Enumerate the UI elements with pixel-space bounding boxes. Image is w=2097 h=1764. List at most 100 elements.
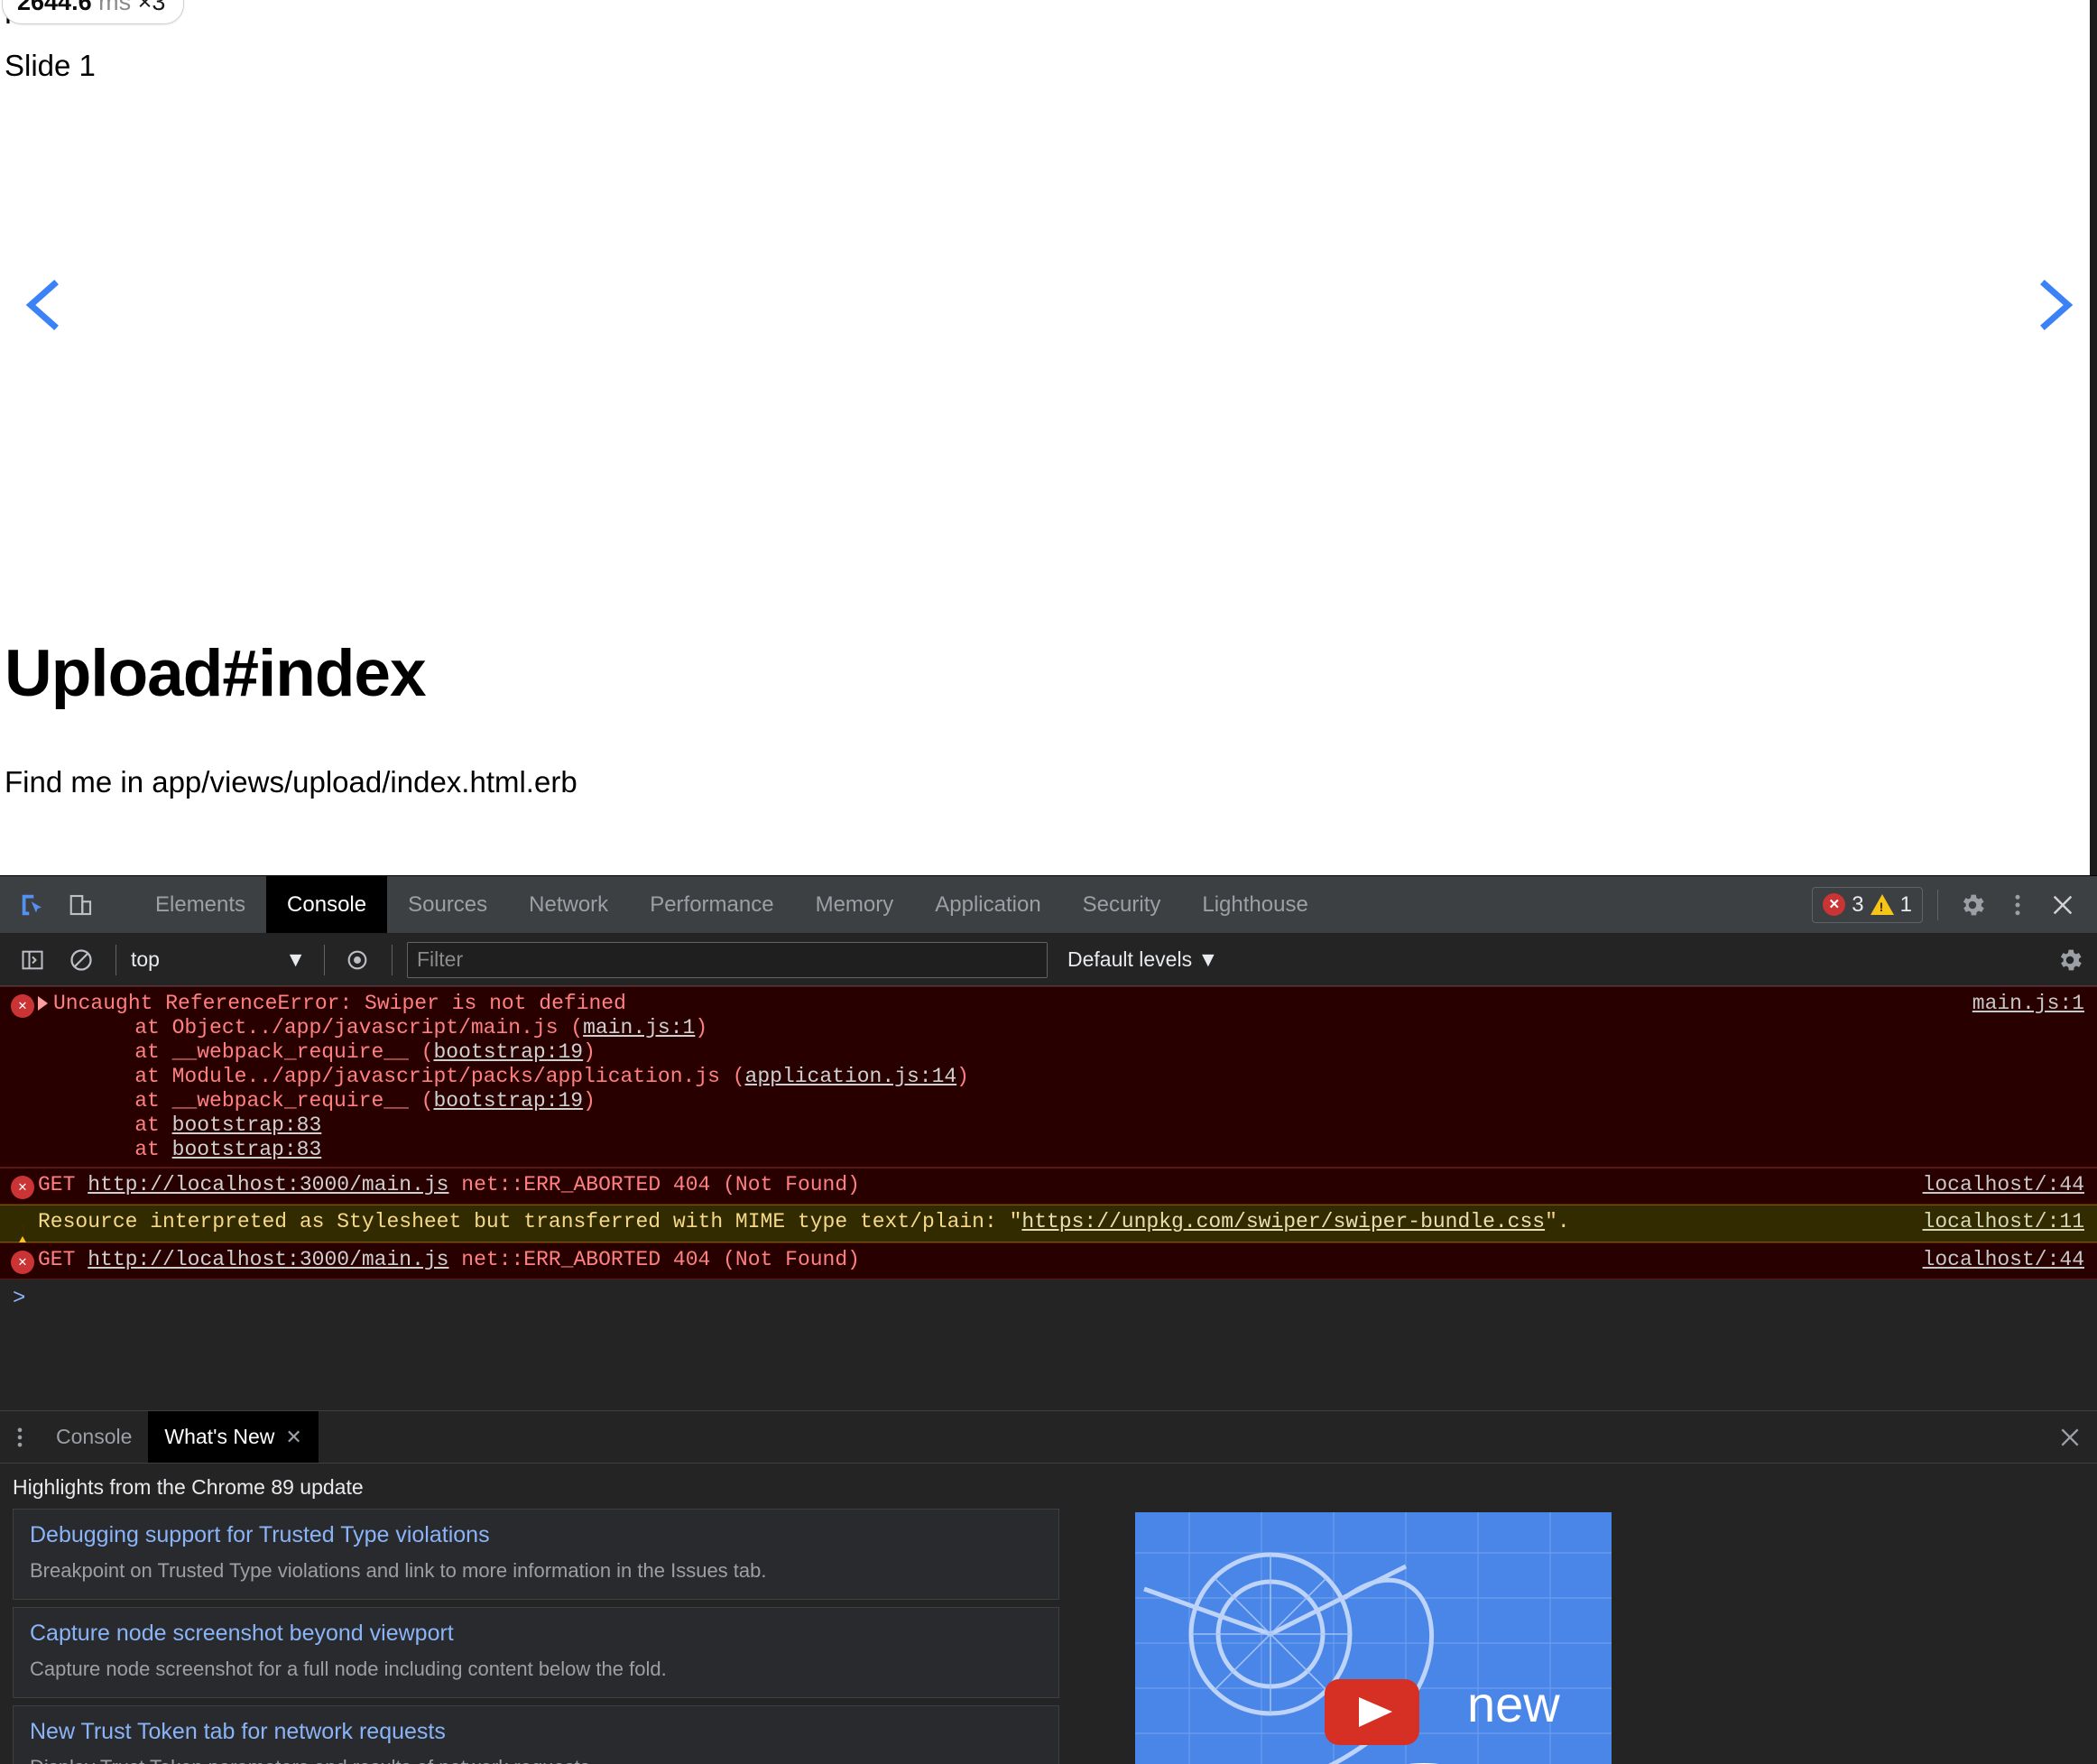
devtools-tabs: Elements Console Sources Network Perform… [134, 876, 1329, 933]
whats-new-heading: Highlights from the Chrome 89 update [13, 1475, 364, 1499]
drawer-close-button[interactable] [2043, 1411, 2097, 1463]
console-message-text: GET http://localhost:3000/main.js net::E… [38, 1248, 860, 1271]
execution-context-select[interactable]: top ▼ [131, 947, 311, 972]
close-icon [2050, 892, 2075, 918]
tab-memory[interactable]: Memory [795, 876, 915, 933]
eye-icon [345, 947, 370, 973]
card-title-link[interactable]: Capture node screenshot beyond viewport [30, 1621, 1042, 1647]
tab-console[interactable]: Console [266, 876, 388, 933]
toolbar-divider [392, 944, 393, 975]
prompt-chevron-icon: > [13, 1287, 26, 1311]
console-toolbar: top ▼ Default levels ▼ [0, 934, 2097, 986]
whats-new-card[interactable]: Debugging support for Trusted Type viola… [13, 1509, 1059, 1600]
close-icon [2058, 1426, 2082, 1449]
tab-label: Sources [408, 891, 488, 917]
tab-label: Memory [815, 891, 894, 917]
timer-multiplier: ×3 [137, 0, 166, 15]
console-message-source[interactable]: localhost/:44 [1905, 1173, 2084, 1197]
kebab-menu-icon [10, 1425, 30, 1450]
console-message-source[interactable]: localhost/:11 [1905, 1210, 2084, 1234]
issues-badge[interactable]: ✕ 3 1 [1812, 886, 1923, 923]
stack-link[interactable]: main.js:1 [583, 1016, 695, 1039]
tab-security[interactable]: Security [1062, 876, 1182, 933]
device-toolbar-button[interactable] [61, 885, 101, 925]
tab-lighthouse[interactable]: Lighthouse [1181, 876, 1328, 933]
whats-new-card[interactable]: Capture node screenshot beyond viewport … [13, 1607, 1059, 1698]
toolbar-divider [115, 944, 116, 975]
drawer-tab-label: What's New [164, 1425, 275, 1448]
request-url-link[interactable]: http://localhost:3000/main.js [88, 1173, 448, 1196]
error-icon: ✕ [11, 992, 38, 1018]
devtools-close-button[interactable] [2043, 885, 2083, 925]
page-subtext: Find me in app/views/upload/index.html.e… [5, 765, 577, 799]
stack-link[interactable]: application.js:14 [745, 1065, 957, 1088]
console-message-warning[interactable]: Resource interpreted as Stylesheet but t… [0, 1205, 2097, 1257]
chevron-left-icon [11, 273, 74, 337]
drawer-tab-whats-new[interactable]: What's New ✕ [148, 1411, 319, 1463]
whats-new-content: Debugging support for Trusted Type viola… [0, 1509, 2097, 1764]
console-message-text: Resource interpreted as Stylesheet but t… [38, 1210, 1570, 1233]
slide-label: Slide 1 [5, 49, 96, 82]
console-settings-button[interactable] [2055, 946, 2084, 974]
card-description: Display Trust Token parameters and resul… [30, 1756, 1042, 1764]
expand-triangle-icon[interactable] [38, 995, 48, 1011]
console-message-error[interactable]: ✕ Uncaught ReferenceError: Swiper is not… [0, 986, 2097, 1168]
whats-new-video-thumbnail[interactable]: new [1135, 1512, 1612, 1764]
tab-application[interactable]: Application [914, 876, 1061, 933]
card-title-link[interactable]: New Trust Token tab for network requests [30, 1719, 1042, 1745]
devtools-tool-icons [0, 876, 134, 933]
error-title: Uncaught ReferenceError: Swiper is not d… [53, 992, 626, 1015]
chevron-down-icon: ▼ [285, 947, 306, 971]
stack-link[interactable]: bootstrap:83 [172, 1113, 322, 1137]
console-filter-input[interactable] [407, 941, 1048, 978]
inspect-element-button[interactable] [13, 885, 52, 925]
console-timer-badge: 2644.6 ms ×3 [2, 0, 185, 24]
tab-label: Security [1082, 891, 1161, 917]
tab-label: Application [935, 891, 1041, 917]
tab-label: Console [287, 891, 367, 917]
tab-performance[interactable]: Performance [629, 876, 794, 933]
swiper-button-next[interactable] [2025, 273, 2088, 337]
log-levels-select[interactable]: Default levels ▼ [1057, 947, 1218, 972]
page-scrollbar[interactable] [2090, 0, 2097, 875]
tab-sources[interactable]: Sources [387, 876, 508, 933]
whats-new-card[interactable]: New Trust Token tab for network requests… [13, 1705, 1059, 1764]
kebab-menu-icon [2006, 891, 2029, 919]
timer-unit: ms [98, 0, 132, 15]
actions-divider [1937, 889, 1938, 920]
stack-link[interactable]: bootstrap:83 [172, 1138, 322, 1161]
request-url-link[interactable]: http://localhost:3000/main.js [88, 1248, 448, 1271]
card-title-link[interactable]: Debugging support for Trusted Type viola… [30, 1522, 1042, 1548]
error-icon: ✕ [11, 1248, 38, 1274]
stylesheet-url-link[interactable]: https://unpkg.com/swiper/swiper-bundle.c… [1021, 1210, 1545, 1233]
tab-elements[interactable]: Elements [134, 876, 266, 933]
close-icon[interactable]: ✕ [285, 1427, 301, 1447]
drawer-more-button[interactable] [0, 1411, 40, 1463]
devtools-more-button[interactable] [1998, 885, 2037, 925]
console-message-error[interactable]: ✕ GET http://localhost:3000/main.js net:… [0, 1242, 2097, 1279]
console-message-source[interactable]: main.js:1 [1954, 992, 2084, 1016]
timer-value: 2644.6 [17, 0, 92, 15]
live-expression-button[interactable] [337, 940, 377, 980]
drawer-tab-console[interactable]: Console [40, 1411, 148, 1463]
console-prompt[interactable]: > [0, 1279, 2097, 1318]
clear-console-button[interactable] [61, 940, 101, 980]
error-count: 3 [1852, 891, 1864, 917]
console-message-source[interactable]: localhost/:44 [1905, 1248, 2084, 1272]
chevron-down-icon: ▼ [1197, 947, 1219, 971]
devtools-tabbar-actions: ✕ 3 1 [1812, 876, 2097, 933]
console-sidebar-toggle[interactable] [13, 940, 52, 980]
gear-icon [1958, 891, 1987, 919]
gear-icon [2055, 946, 2084, 974]
swiper-button-prev[interactable] [11, 273, 74, 337]
tab-label: Lighthouse [1202, 891, 1308, 917]
stack-link[interactable]: bootstrap:19 [433, 1089, 583, 1113]
stack-frame: at Object../app/javascript/main.js (main… [85, 1016, 708, 1039]
stack-link[interactable]: bootstrap:19 [433, 1040, 583, 1064]
tab-network[interactable]: Network [508, 876, 629, 933]
execution-context-value: top [131, 947, 160, 971]
stack-frame: at __webpack_require__ (bootstrap:19) [85, 1089, 596, 1113]
devtools-settings-button[interactable] [1953, 885, 1992, 925]
console-message-error[interactable]: ✕ GET http://localhost:3000/main.js net:… [0, 1168, 2097, 1205]
console-message-list[interactable]: ✕ Uncaught ReferenceError: Swiper is not… [0, 986, 2097, 1410]
